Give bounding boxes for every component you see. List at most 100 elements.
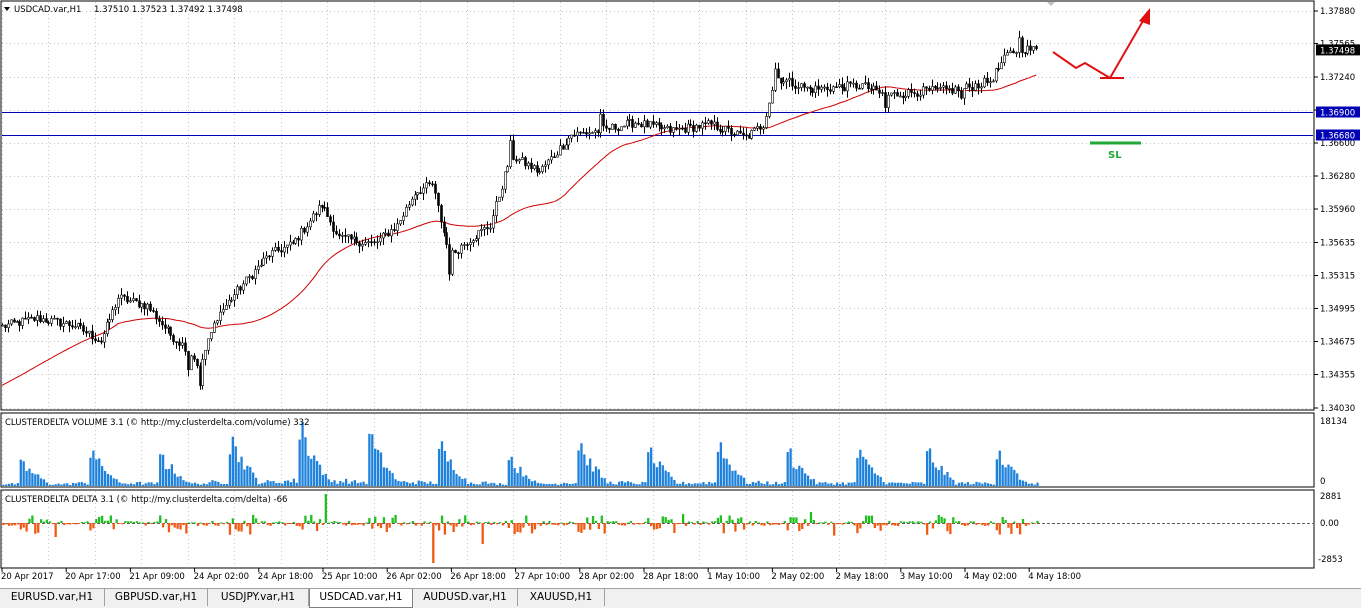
volume-bar xyxy=(487,483,490,486)
volume-bar xyxy=(789,448,792,486)
volume-bar xyxy=(923,483,926,486)
drawings[interactable] xyxy=(1052,8,1150,145)
candle-body xyxy=(402,215,405,221)
volume-bar xyxy=(850,482,853,486)
volume-bar xyxy=(545,483,548,486)
candle-body xyxy=(437,192,440,206)
tab-usdjpy[interactable]: USDJPY.var,H1 xyxy=(208,589,309,606)
candle-body xyxy=(230,299,233,302)
tab-eurusd[interactable]: EURUSD.var,H1 xyxy=(0,589,105,606)
ma-polyline xyxy=(1,74,1037,386)
candle-body xyxy=(835,86,838,89)
volume-bar xyxy=(824,482,827,486)
volume-bar xyxy=(208,482,211,486)
delta-bar xyxy=(13,523,17,526)
delta-bar xyxy=(763,523,766,526)
candle-body xyxy=(948,88,951,90)
candle-body xyxy=(861,83,864,89)
volume-bar xyxy=(118,482,121,486)
volume-bar xyxy=(647,452,650,486)
delta-bar xyxy=(528,523,531,526)
delta-bar xyxy=(132,521,136,523)
candle-body xyxy=(684,127,687,133)
time-tick-label: 2 May 18:00 xyxy=(836,572,889,582)
candle-body xyxy=(361,243,364,247)
volume-bar xyxy=(272,481,275,486)
delta-bar xyxy=(484,522,487,524)
delta-bar xyxy=(920,521,923,523)
volume-bar xyxy=(644,482,647,486)
volume-bar xyxy=(467,483,470,486)
tab-gbpusd[interactable]: GBPUSD.var,H1 xyxy=(105,589,208,606)
horizontal-lines[interactable]: 1.36900 1.36680 xyxy=(2,106,1360,142)
candle-body xyxy=(544,164,547,167)
candle-body xyxy=(521,157,524,160)
delta-bar xyxy=(327,522,330,524)
candle-body xyxy=(957,86,960,92)
volume-bar xyxy=(159,454,162,486)
delta-bar xyxy=(923,523,926,525)
volume-bar xyxy=(257,484,261,486)
candle-body xyxy=(164,324,167,329)
volume-bar xyxy=(397,480,400,486)
volume-bar xyxy=(873,473,876,486)
candle-body xyxy=(907,89,910,97)
candle-body xyxy=(672,127,675,133)
candle-body xyxy=(129,300,132,303)
candle-body xyxy=(762,127,765,130)
delta-bar xyxy=(745,523,749,525)
candle-body xyxy=(896,92,899,97)
chart-window[interactable]: 1.378801.375651.372401.369201.366001.362… xyxy=(0,0,1361,588)
delta-bar xyxy=(292,521,295,523)
candle-body xyxy=(338,233,341,237)
volume-bar xyxy=(559,483,563,486)
delta-bar xyxy=(467,521,470,523)
delta-bar xyxy=(812,519,815,523)
volume-bar xyxy=(327,479,330,486)
tab-xauusd[interactable]: XAUUSD,H1 xyxy=(518,589,605,606)
shift-marker-icon[interactable] xyxy=(1047,2,1055,6)
delta-bar xyxy=(690,522,693,524)
volume-bar xyxy=(13,484,17,486)
delta-bar xyxy=(127,521,130,523)
volume-bar xyxy=(772,484,775,486)
candle-body xyxy=(477,230,480,239)
candle-body xyxy=(132,298,135,301)
delta-bar xyxy=(914,522,917,524)
delta-bar xyxy=(57,522,60,524)
delta-bar xyxy=(51,523,54,524)
delta-bar xyxy=(77,523,81,524)
delta-bar xyxy=(278,521,281,523)
price-tick-label: 1.35315 xyxy=(1320,271,1355,281)
candle-body xyxy=(146,303,149,310)
candle-body xyxy=(965,83,968,89)
delta-bar xyxy=(135,521,139,523)
candle-body xyxy=(135,298,138,302)
volume-bar xyxy=(769,484,772,486)
candle-body xyxy=(358,242,361,247)
candle-body xyxy=(425,182,428,189)
tab-usdcad[interactable]: USDCAD.var,H1 xyxy=(309,589,413,608)
tab-audusd[interactable]: AUDUSD.var,H1 xyxy=(413,589,518,606)
volume-bar xyxy=(795,469,798,486)
candle-body xyxy=(849,81,852,84)
delta-bar xyxy=(818,522,821,524)
delta-bar xyxy=(60,520,63,523)
volume-bar xyxy=(803,473,807,486)
volume-bar xyxy=(632,483,635,486)
candle-body xyxy=(274,246,277,251)
volume-bar xyxy=(859,449,862,486)
delta-bar xyxy=(321,523,325,525)
candle-body xyxy=(332,221,335,232)
candle-body xyxy=(373,241,376,244)
delta-bar xyxy=(748,521,752,523)
delta-bar xyxy=(376,523,380,527)
symbol-label: USDCAD.var,H1 xyxy=(14,5,81,15)
candle-body xyxy=(242,283,245,291)
delta-bar xyxy=(594,520,598,523)
delta-bar xyxy=(670,519,673,523)
volume-bar xyxy=(2,484,5,486)
volume-bar xyxy=(899,482,903,486)
chart-menu-icon[interactable] xyxy=(4,7,10,11)
candle-body xyxy=(515,159,518,162)
